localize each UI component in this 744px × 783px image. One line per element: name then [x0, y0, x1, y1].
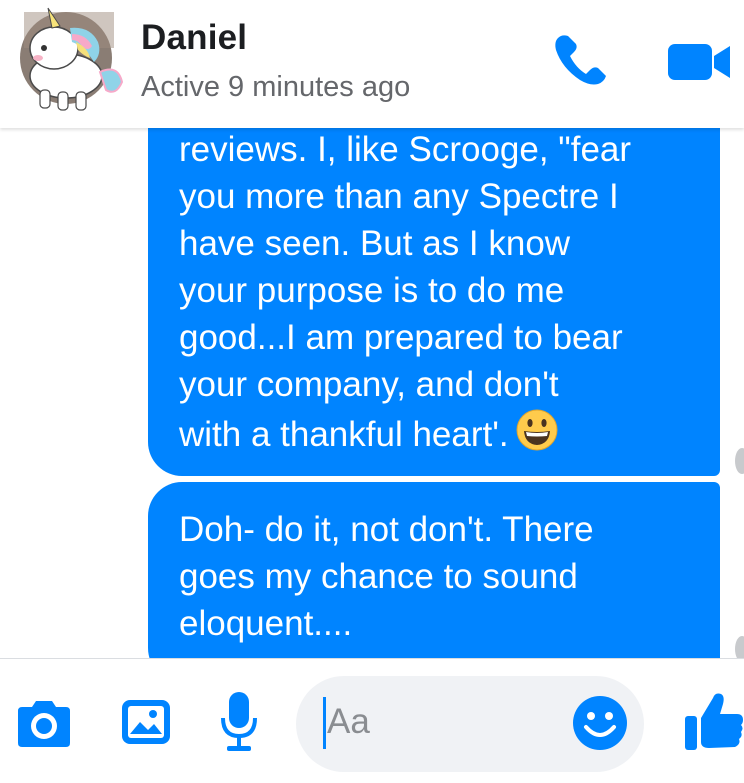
emoji-icon[interactable]	[570, 693, 630, 753]
message-line: reviews. I, like Scrooge, "fear	[179, 130, 632, 169]
message-bubble-1[interactable]: reviews. I, like Scrooge, "fear you more…	[148, 128, 720, 476]
camera-icon[interactable]	[14, 699, 74, 749]
microphone-icon[interactable]	[219, 690, 259, 752]
message-input-placeholder: Aa	[327, 702, 370, 741]
seen-indicator	[735, 636, 744, 658]
active-status: Active 9 minutes ago	[141, 71, 411, 103]
message-line-last: with a thankful heart'.	[179, 408, 700, 458]
grinning-face-emoji	[516, 409, 558, 451]
message-bubble-2[interactable]: Doh- do it, not don't. There goes my cha…	[148, 482, 720, 658]
message-line: with a thankful heart'.	[179, 415, 509, 454]
contact-name[interactable]: Daniel	[141, 18, 247, 58]
message-list[interactable]: reviews. I, like Scrooge, "fear you more…	[0, 128, 744, 658]
message-line: good...I am prepared to bear	[179, 318, 623, 357]
thumbs-up-icon[interactable]	[683, 690, 744, 752]
message-line: Doh- do it, not don't. There	[179, 510, 594, 549]
message-line: your purpose is to do me	[179, 271, 565, 310]
message-line: eloquent....	[179, 604, 353, 643]
chat-header: Daniel Active 9 minutes ago	[0, 0, 744, 128]
text-cursor	[323, 697, 326, 749]
phone-icon[interactable]	[550, 32, 610, 88]
message-line: you more than any Spectre I	[179, 177, 619, 216]
message-line: have seen. But as I know	[179, 224, 571, 263]
seen-indicator	[735, 448, 744, 474]
unicorn-avatar[interactable]	[14, 6, 126, 118]
video-camera-icon[interactable]	[666, 40, 732, 84]
message-line: your company, and don't	[179, 365, 559, 404]
message-line: goes my chance to sound	[179, 557, 578, 596]
gallery-icon[interactable]	[120, 698, 172, 746]
